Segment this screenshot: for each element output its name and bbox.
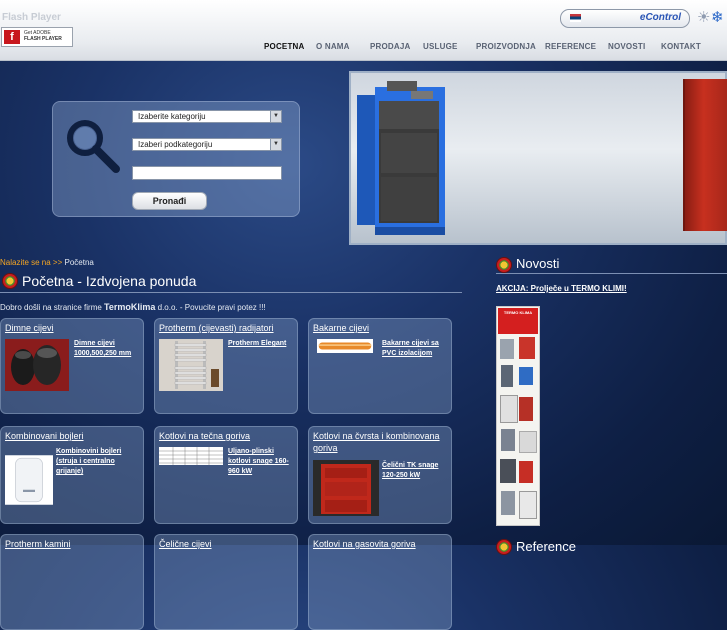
flyer-item bbox=[501, 491, 515, 515]
product-card: Kotlovi na gasovita goriva bbox=[308, 534, 452, 630]
flyer-header: TERMO KLIMA bbox=[498, 308, 538, 334]
subcategory-select-value: Izaberi podkategoriju bbox=[138, 140, 213, 149]
flyer-item bbox=[501, 365, 513, 387]
econtrol-label[interactable]: eControl bbox=[640, 12, 681, 23]
red-boiler-image[interactable] bbox=[313, 460, 379, 516]
category-select[interactable]: Izaberite kategoriju ▼ bbox=[132, 110, 282, 123]
news-heading: Novosti bbox=[516, 256, 560, 271]
card-link[interactable]: Uljano-plinski kotlovi snage 160-960 kW bbox=[228, 447, 297, 477]
flyer-header-text: TERMO KLIMA bbox=[503, 310, 533, 315]
product-card: Bakarne cijevi Bakarne cijevi sa PVC izo… bbox=[308, 318, 452, 414]
card-title[interactable]: Kotlovi na tečna goriva bbox=[159, 430, 297, 442]
references-heading: Reference bbox=[516, 539, 576, 554]
nav-novosti[interactable]: NOVOSTI bbox=[608, 42, 645, 51]
search-panel: Izaberite kategoriju ▼ Izaberi podkatego… bbox=[52, 101, 300, 217]
flyer-item bbox=[519, 337, 535, 359]
magnifier-icon bbox=[67, 120, 120, 173]
card-title[interactable]: Bakarne cijevi bbox=[313, 322, 451, 334]
section-bullet-icon bbox=[496, 539, 512, 555]
product-card: Kombinovani bojleri Kombinovini bojleri … bbox=[0, 426, 144, 524]
chevron-down-icon[interactable]: ▼ bbox=[270, 111, 281, 122]
flash-badge-text: Get ADOBE FLASH PLAYER bbox=[24, 30, 62, 42]
nav-usluge[interactable]: USLUGE bbox=[423, 42, 458, 51]
flyer-item bbox=[519, 367, 533, 385]
card-title[interactable]: Kotlovi na čvrsta i kombinovana goriva bbox=[313, 430, 451, 454]
product-card: Kotlovi na čvrsta i kombinovana goriva Č… bbox=[308, 426, 452, 524]
copper-pipe-image[interactable] bbox=[313, 339, 377, 353]
water-heater-image[interactable] bbox=[5, 447, 53, 513]
flyer-item bbox=[501, 429, 515, 451]
blue-boiler-image bbox=[357, 81, 445, 235]
flyer-item bbox=[500, 459, 516, 483]
nav-kontakt[interactable]: KONTAKT bbox=[661, 42, 701, 51]
snowflake-icon[interactable]: ❄ bbox=[711, 8, 724, 26]
search-button[interactable]: Pronađi bbox=[132, 192, 207, 210]
nav-pocetna[interactable]: POCETNA bbox=[264, 42, 305, 51]
card-title[interactable]: Protherm kamini bbox=[5, 538, 143, 550]
flyer-item bbox=[519, 431, 537, 453]
brand-name: TermoKlima bbox=[104, 302, 156, 312]
flash-player-label: Flash Player bbox=[2, 12, 61, 23]
title-divider bbox=[0, 292, 462, 293]
nav-prodaja[interactable]: PRODAJA bbox=[370, 42, 411, 51]
nav-o-nama[interactable]: O NAMA bbox=[316, 42, 350, 51]
product-banner[interactable] bbox=[349, 71, 727, 245]
flyer-item bbox=[519, 491, 537, 519]
welcome-text: Dobro došli na stranice firme TermoKlima… bbox=[0, 302, 266, 312]
sun-icon[interactable]: ☀ bbox=[697, 8, 710, 26]
flyer-item bbox=[500, 339, 514, 359]
main-navigation: POCETNA O NAMA PRODAJA USLUGE PROIZVODNJ… bbox=[0, 42, 727, 56]
product-card: Protherm (cijevasti) radijatori Protherm… bbox=[154, 318, 298, 414]
breadcrumb: Nalazite se na >> Početna bbox=[0, 258, 94, 267]
card-link[interactable]: Kombinovini bojleri (struja i centralno … bbox=[56, 447, 141, 477]
news-divider bbox=[496, 273, 727, 274]
flyer-item bbox=[500, 395, 518, 423]
page-title: Početna - Izdvojena ponuda bbox=[22, 273, 197, 289]
chevron-down-icon[interactable]: ▼ bbox=[270, 139, 281, 150]
serbian-flag-icon[interactable] bbox=[570, 14, 581, 22]
product-card: Čelične cijevi bbox=[154, 534, 298, 630]
nav-reference[interactable]: REFERENCE bbox=[545, 42, 596, 51]
category-select-value: Izaberite kategoriju bbox=[138, 112, 206, 121]
welcome-text-start: Dobro došli na stranice firme bbox=[0, 303, 105, 312]
section-bullet-icon bbox=[2, 273, 18, 289]
spec-table-image[interactable] bbox=[159, 447, 223, 465]
card-link[interactable]: Protherm Elegant bbox=[228, 339, 297, 349]
towel-radiator-image[interactable] bbox=[159, 339, 223, 391]
promo-flyer-image[interactable]: TERMO KLIMA bbox=[496, 306, 540, 526]
flyer-item bbox=[519, 461, 533, 483]
card-title[interactable]: Čelične cijevi bbox=[159, 538, 297, 550]
product-card: Kotlovi na tečna goriva Uljano-plinski k… bbox=[154, 426, 298, 524]
top-bar: Flash Player f Get ADOBE FLASH PLAYER eC… bbox=[0, 0, 727, 61]
card-title[interactable]: Dimne cijevi bbox=[5, 322, 143, 334]
product-card: Protherm kamini bbox=[0, 534, 144, 630]
card-link[interactable]: Bakarne cijevi sa PVC izolacijom bbox=[382, 339, 451, 359]
card-title[interactable]: Kombinovani bojleri bbox=[5, 430, 143, 442]
card-link[interactable]: Dimne cijevi 1000,500,250 mm bbox=[74, 339, 143, 359]
news-link[interactable]: AKCIJA: Prolječe u TERMO KLIMI! bbox=[496, 284, 627, 293]
red-boiler-image bbox=[683, 79, 727, 231]
welcome-text-end: d.o.o. - Povucite pravi potez !!! bbox=[155, 303, 266, 312]
search-input[interactable] bbox=[132, 166, 282, 180]
product-card: Dimne cijevi Dimne cijevi 1000,500,250 m… bbox=[0, 318, 144, 414]
breadcrumb-label: Nalazite se na >> bbox=[0, 258, 63, 267]
econtrol-bar[interactable]: eControl bbox=[560, 9, 690, 28]
subcategory-select[interactable]: Izaberi podkategoriju ▼ bbox=[132, 138, 282, 151]
breadcrumb-current[interactable]: Početna bbox=[65, 258, 94, 267]
card-title[interactable]: Protherm (cijevasti) radijatori bbox=[159, 322, 297, 334]
section-bullet-icon bbox=[496, 257, 512, 273]
nav-proizvodnja[interactable]: PROIZVODNJA bbox=[476, 42, 536, 51]
flyer-item bbox=[519, 397, 533, 421]
card-title[interactable]: Kotlovi na gasovita goriva bbox=[313, 538, 451, 550]
card-link[interactable]: Čelični TK snage 120-250 kW bbox=[382, 461, 451, 481]
chimney-pipes-image[interactable] bbox=[5, 339, 69, 391]
